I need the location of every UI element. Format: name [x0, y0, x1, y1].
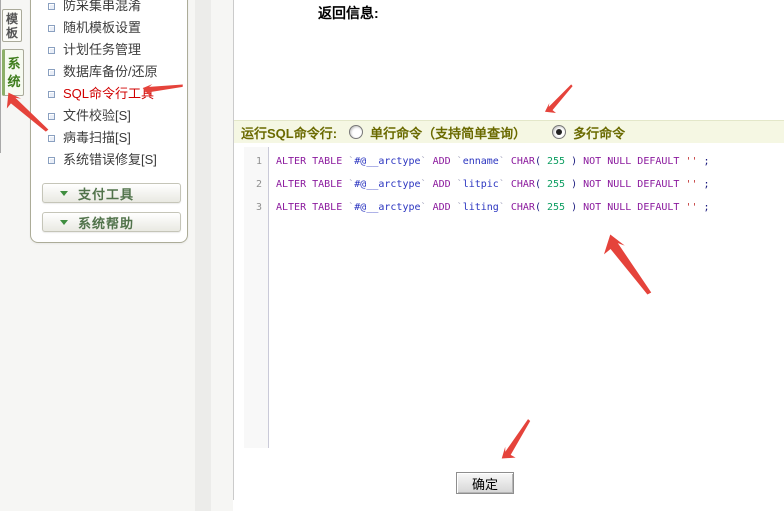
- menu-item-label: 文件校验[S]: [63, 105, 131, 127]
- sql-token-id: enname: [463, 156, 499, 167]
- sql-token-par: ): [565, 202, 583, 213]
- menu-item[interactable]: 防采集串混淆: [46, 0, 186, 17]
- code-line[interactable]: 3ALTER TABLE `#@__arctype` ADD `liting` …: [244, 196, 774, 219]
- menu-item[interactable]: 数据库备份/还原: [46, 61, 186, 83]
- sql-token-tick: `: [499, 179, 511, 190]
- sql-token-kw: ADD: [433, 156, 457, 167]
- menu-item[interactable]: 系统错误修复[S]: [46, 149, 186, 171]
- menu-item-label: 随机模板设置: [63, 17, 141, 39]
- sql-token-id: liting: [463, 202, 499, 213]
- sql-token-str: '': [685, 202, 703, 213]
- sql-token-par: (: [535, 202, 547, 213]
- sql-token-kw: ALTER TABLE: [276, 202, 348, 213]
- square-bullet-icon: [48, 47, 55, 54]
- sql-token-tick: `: [421, 179, 433, 190]
- menu-item-label: 数据库备份/还原: [63, 61, 158, 83]
- red-arrow-icon-editor: [596, 230, 662, 296]
- sql-token-num: 255: [547, 156, 565, 167]
- sql-bar-label: 运行SQL命令行:: [241, 123, 337, 142]
- left-edge-border: [0, 0, 1, 153]
- sql-token-kw: ALTER TABLE: [276, 156, 348, 167]
- sql-token-kw: CHAR: [511, 179, 535, 190]
- return-info-label: 返回信息:: [318, 3, 379, 23]
- sql-token-par: ): [565, 156, 583, 167]
- sql-token-par: (: [535, 179, 547, 190]
- sql-token-kw: ADD: [433, 179, 457, 190]
- menu-item-label: 计划任务管理: [63, 39, 141, 61]
- menu-item[interactable]: SQL命令行工具: [46, 83, 186, 105]
- sidebar-main-divider: [233, 0, 234, 500]
- sql-token-tick: `: [499, 202, 511, 213]
- sql-token-kw: NOT NULL DEFAULT: [583, 179, 685, 190]
- sidebar-menu: 防采集串混淆随机模板设置计划任务管理数据库备份/还原SQL命令行工具文件校验[S…: [46, 0, 186, 171]
- code-line[interactable]: 2ALTER TABLE `#@__arctype` ADD `litpic` …: [244, 173, 774, 196]
- menu-item-label: SQL命令行工具: [63, 83, 154, 105]
- radio-multi-command[interactable]: [552, 125, 566, 139]
- tab-template[interactable]: 模板: [2, 9, 22, 42]
- section-label: 系统帮助: [78, 213, 134, 232]
- radio-option-label[interactable]: 多行命令: [573, 123, 625, 142]
- sql-editor[interactable]: 1ALTER TABLE `#@__arctype` ADD `enname` …: [244, 150, 774, 219]
- tab-system[interactable]: 系统: [2, 49, 24, 96]
- menu-item-label: 系统错误修复[S]: [63, 149, 157, 171]
- square-bullet-icon: [48, 25, 55, 32]
- sql-token-par: ;: [704, 156, 710, 167]
- line-number: 3: [244, 196, 262, 219]
- square-bullet-icon: [48, 91, 55, 98]
- sql-command-bar: 运行SQL命令行: 单行命令（支持简单查询） 多行命令: [234, 120, 784, 143]
- sql-token-par: ;: [704, 179, 710, 190]
- sql-token-kw: ALTER TABLE: [276, 179, 348, 190]
- square-bullet-icon: [48, 3, 55, 10]
- sql-token-str: '': [685, 179, 703, 190]
- sql-token-par: ;: [704, 202, 710, 213]
- sql-token-tick: `: [499, 156, 511, 167]
- sql-token-kw: NOT NULL DEFAULT: [583, 156, 685, 167]
- sql-token-kw: CHAR: [511, 202, 535, 213]
- sql-token-id: #@__arctype: [354, 202, 420, 213]
- sql-token-num: 255: [547, 179, 565, 190]
- sql-token-kw: ADD: [433, 202, 457, 213]
- sql-token-kw: NOT NULL DEFAULT: [583, 202, 685, 213]
- red-arrow-icon-radio: [541, 82, 576, 117]
- line-number: 1: [244, 150, 262, 173]
- square-bullet-icon: [48, 113, 55, 120]
- square-bullet-icon: [48, 135, 55, 142]
- menu-item[interactable]: 病毒扫描[S]: [46, 127, 186, 149]
- submit-button[interactable]: 确定: [456, 472, 514, 494]
- menu-item-label: 病毒扫描[S]: [63, 127, 131, 149]
- radio-single-command[interactable]: [349, 125, 363, 139]
- sql-token-str: '': [685, 156, 703, 167]
- sql-token-id: #@__arctype: [354, 156, 420, 167]
- square-bullet-icon: [48, 69, 55, 76]
- sql-command-tool-page: 模板 系统 防采集串混淆随机模板设置计划任务管理数据库备份/还原SQL命令行工具…: [0, 0, 784, 511]
- menu-item[interactable]: 计划任务管理: [46, 39, 186, 61]
- sql-token-kw: CHAR: [511, 156, 535, 167]
- square-bullet-icon: [48, 157, 55, 164]
- menu-item[interactable]: 随机模板设置: [46, 17, 186, 39]
- sql-token-num: 255: [547, 202, 565, 213]
- red-arrow-icon-submit: [491, 416, 540, 465]
- sql-token-id: #@__arctype: [354, 179, 420, 190]
- menu-item[interactable]: 文件校验[S]: [46, 105, 186, 127]
- triangle-down-icon: [60, 220, 68, 225]
- sql-token-par: (: [535, 156, 547, 167]
- sql-token-par: ): [565, 179, 583, 190]
- radio-option-label[interactable]: 单行命令（支持简单查询）: [370, 123, 526, 142]
- line-number: 2: [244, 173, 262, 196]
- sql-token-id: litpic: [463, 179, 499, 190]
- code-line[interactable]: 1ALTER TABLE `#@__arctype` ADD `enname` …: [244, 150, 774, 173]
- sidebar-scroll-track: [195, 0, 211, 511]
- section-label: 支付工具: [78, 184, 134, 203]
- payment-tools-button[interactable]: 支付工具: [42, 183, 181, 203]
- radio-group: 单行命令（支持简单查询） 多行命令: [349, 123, 625, 142]
- system-help-button[interactable]: 系统帮助: [42, 212, 181, 232]
- sql-token-tick: `: [421, 202, 433, 213]
- triangle-down-icon: [60, 191, 68, 196]
- sql-token-tick: `: [421, 156, 433, 167]
- menu-item-label: 防采集串混淆: [63, 0, 141, 17]
